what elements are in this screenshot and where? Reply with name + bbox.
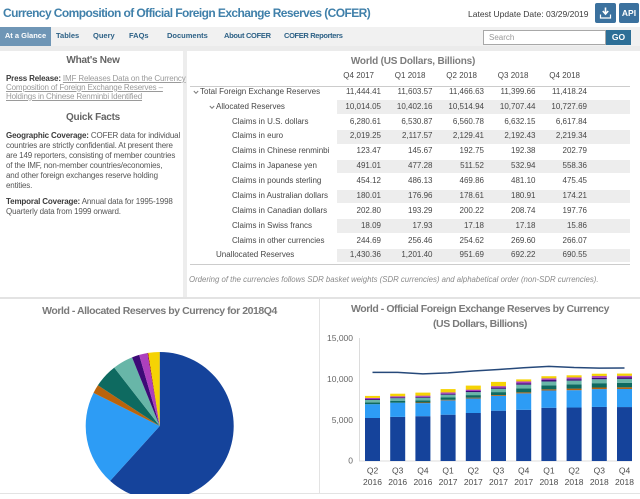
svg-text:Q4: Q4 [417, 466, 429, 476]
svg-text:2018: 2018 [565, 477, 584, 487]
svg-text:Q4: Q4 [518, 466, 530, 476]
svg-text:Q2: Q2 [367, 466, 379, 476]
svg-text:2016: 2016 [388, 477, 407, 487]
svg-text:5,000: 5,000 [332, 415, 354, 425]
svg-text:2018: 2018 [615, 477, 634, 487]
svg-text:2018: 2018 [539, 477, 558, 487]
svg-text:15,000: 15,000 [327, 333, 353, 343]
svg-text:0: 0 [348, 456, 353, 466]
svg-text:2016: 2016 [363, 477, 382, 487]
svg-text:Q1: Q1 [442, 466, 454, 476]
svg-text:Q2: Q2 [568, 466, 580, 476]
svg-text:10,000: 10,000 [327, 374, 353, 384]
svg-text:2016: 2016 [413, 477, 432, 487]
svg-text:Q4: Q4 [619, 466, 631, 476]
svg-text:2017: 2017 [514, 477, 533, 487]
svg-text:Q3: Q3 [392, 466, 404, 476]
svg-text:Q2: Q2 [468, 466, 480, 476]
svg-text:Q1: Q1 [543, 466, 555, 476]
svg-text:2017: 2017 [439, 477, 458, 487]
svg-text:Q3: Q3 [493, 466, 505, 476]
svg-text:2018: 2018 [590, 477, 609, 487]
svg-text:2017: 2017 [464, 477, 483, 487]
svg-text:Q3: Q3 [594, 466, 606, 476]
svg-text:2017: 2017 [489, 477, 508, 487]
